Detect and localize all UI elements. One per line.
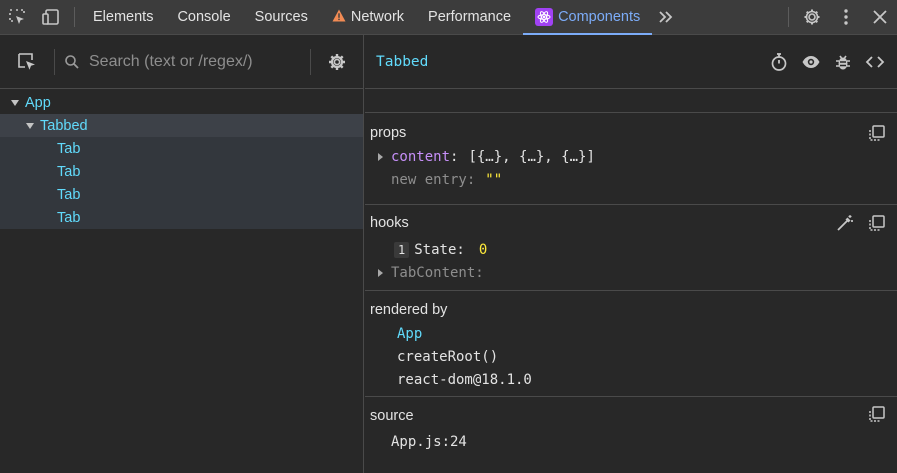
inspector-pane: Tabbed props content : [{…}, {…}, {…}] n… [365, 35, 897, 473]
react-logo-icon [535, 8, 554, 26]
rendered-by-section: rendered by App createRoot() react-dom@1… [365, 291, 897, 397]
code-brackets-icon[interactable] [859, 47, 891, 77]
prop-row-content[interactable]: content : [{…}, {…}, {…}] [370, 145, 897, 168]
tree-node-label: App [25, 94, 51, 111]
tab-performance-label: Performance [428, 9, 512, 25]
new-entry-value[interactable]: "" [485, 172, 502, 188]
hooks-section: hooks 1 State : 0 TabContent : [365, 205, 897, 291]
section-title: hooks [370, 215, 409, 231]
hook-key: TabContent [391, 264, 476, 281]
tab-sources[interactable]: Sources [243, 0, 320, 35]
tree-node-tab[interactable]: Tab [0, 137, 363, 160]
rendered-by-text: react-dom@18.1.0 [397, 371, 532, 388]
stopwatch-icon[interactable] [763, 47, 795, 77]
source-section: source App.js:24 [365, 397, 897, 469]
tab-components-label: Components [558, 9, 641, 25]
expand-arrow-icon[interactable] [26, 122, 34, 129]
tree-node-app[interactable]: App [0, 91, 363, 114]
tab-elements-label: Elements [93, 9, 154, 25]
tab-performance[interactable]: Performance [416, 0, 523, 35]
tab-console[interactable]: Console [165, 0, 242, 35]
tab-elements[interactable]: Elements [81, 0, 165, 35]
inspect-element-icon[interactable] [0, 0, 34, 35]
eye-icon[interactable] [795, 47, 827, 77]
tree-node-tab[interactable]: Tab [0, 160, 363, 183]
hook-index-badge: 1 [394, 241, 410, 258]
hook-key: State [414, 241, 457, 258]
tree-node-label: Tabbed [40, 117, 88, 134]
tree-node-tabbed[interactable]: Tabbed [0, 114, 363, 137]
settings-gear-icon[interactable] [795, 0, 829, 35]
section-title: props [370, 125, 407, 141]
hook-value[interactable]: 0 [479, 242, 487, 258]
rendered-by-text: createRoot() [397, 348, 499, 365]
more-options-icon[interactable] [829, 0, 863, 35]
select-element-icon[interactable] [0, 35, 54, 89]
prop-key: content [391, 148, 451, 165]
selected-component-title: Tabbed [376, 53, 429, 70]
tab-console-label: Console [177, 9, 231, 25]
close-icon[interactable] [863, 0, 897, 35]
warning-icon [332, 9, 346, 26]
hook-row-state[interactable]: 1 State : 0 [370, 238, 897, 261]
tree-node-label: Tab [57, 163, 81, 180]
tree-node-tab[interactable]: Tab [0, 183, 363, 206]
tab-sources-label: Sources [254, 9, 308, 25]
prop-value: [{…}, {…}, {…}] [468, 148, 595, 165]
expand-arrow-icon[interactable] [378, 152, 383, 161]
rendered-by-item[interactable]: App [370, 322, 897, 345]
chevron-double-right-icon [659, 11, 673, 23]
tab-components[interactable]: Components [523, 0, 653, 35]
tabbar-separator-right [788, 7, 789, 27]
new-entry-key[interactable]: new entry [391, 172, 467, 188]
magic-wand-icon[interactable] [833, 211, 857, 235]
expand-arrow-icon[interactable] [11, 99, 19, 106]
tree-settings-gear-icon[interactable] [311, 52, 363, 72]
inspector-header: Tabbed [365, 35, 897, 89]
component-tree-pane: App Tabbed Tab Tab Tab Tab [0, 35, 364, 473]
section-title: rendered by [370, 302, 448, 318]
device-toolbar-icon[interactable] [34, 0, 68, 35]
source-location[interactable]: App.js:24 [370, 430, 897, 453]
tree-node-label: Tab [57, 186, 81, 203]
section-title: source [370, 408, 414, 424]
copy-icon[interactable] [865, 402, 889, 426]
search-icon [55, 54, 89, 70]
copy-icon[interactable] [865, 211, 889, 235]
search-input[interactable] [89, 46, 310, 77]
tree-node-label: Tab [57, 209, 81, 226]
tree-node-tab[interactable]: Tab [0, 206, 363, 229]
tabbar-separator [74, 7, 75, 27]
devtools-tabbar: Elements Console Sources Network Perform… [0, 0, 897, 35]
rendered-by-item: createRoot() [370, 345, 897, 368]
rendered-by-link[interactable]: App [397, 326, 422, 342]
source-location-text[interactable]: App.js:24 [391, 434, 467, 450]
more-tabs-button[interactable] [652, 0, 680, 35]
tab-network[interactable]: Network [320, 0, 416, 35]
copy-icon[interactable] [865, 121, 889, 145]
new-entry-row[interactable]: new entry : "" [370, 168, 897, 191]
hook-row-tabcontent[interactable]: TabContent : [370, 261, 897, 284]
inspector-spacer [365, 89, 897, 113]
tree-search-bar [0, 35, 363, 89]
expand-arrow-icon[interactable] [378, 268, 383, 277]
props-section: props content : [{…}, {…}, {…}] new entr… [365, 113, 897, 205]
bug-icon[interactable] [827, 47, 859, 77]
tree-node-label: Tab [57, 140, 81, 157]
rendered-by-item: react-dom@18.1.0 [370, 368, 897, 391]
tab-network-label: Network [350, 9, 405, 25]
